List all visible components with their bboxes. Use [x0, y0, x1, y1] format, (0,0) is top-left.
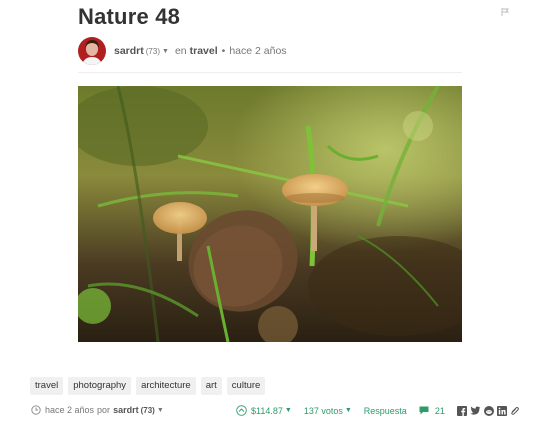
- author-dropdown-icon[interactable]: ▼: [162, 48, 169, 55]
- upvote-icon[interactable]: [236, 405, 247, 416]
- payout-dropdown-icon[interactable]: ▼: [285, 407, 292, 414]
- linkedin-icon[interactable]: [496, 405, 507, 416]
- category-prefix: en: [174, 45, 187, 57]
- votes-dropdown-icon[interactable]: ▼: [345, 407, 352, 414]
- author-reputation: (73): [145, 46, 160, 56]
- link-icon[interactable]: [510, 406, 519, 416]
- footer-meta: hace 2 años por sardrt (73) ▼: [31, 405, 170, 415]
- comment-count[interactable]: 21: [435, 406, 445, 416]
- footer-author-link[interactable]: sardrt: [113, 405, 139, 415]
- share-buttons: [456, 405, 519, 416]
- tag-art[interactable]: art: [200, 377, 222, 395]
- category-link[interactable]: travel: [190, 45, 218, 57]
- post-actions: $114.87 ▼ 137 votos ▼ Respuesta 21: [236, 405, 519, 416]
- avatar[interactable]: [78, 37, 106, 65]
- post-title: Nature 48: [78, 4, 181, 29]
- footer-author-reputation: (73): [140, 405, 155, 415]
- comment-icon[interactable]: [419, 406, 429, 415]
- votes-count[interactable]: 137 votos: [304, 406, 343, 416]
- tag-travel[interactable]: travel: [30, 377, 64, 395]
- facebook-icon[interactable]: [456, 405, 467, 416]
- byline: sardrt (73) ▼ en travel • hace 2 años: [78, 37, 287, 65]
- author-link[interactable]: sardrt: [114, 45, 144, 57]
- payout-value[interactable]: $114.87: [251, 406, 283, 416]
- tag-photography[interactable]: photography: [68, 377, 132, 395]
- footer-time: hace 2 años: [45, 405, 95, 415]
- tag-architecture[interactable]: architecture: [136, 377, 196, 395]
- footer-by: por: [97, 405, 111, 415]
- reply-link[interactable]: Respuesta: [364, 406, 407, 416]
- post-image: [78, 86, 462, 342]
- footer-author-dropdown-icon[interactable]: ▼: [157, 407, 164, 414]
- tag-list: travel photography architecture art cult…: [30, 377, 266, 395]
- tag-culture[interactable]: culture: [226, 377, 266, 395]
- divider: [78, 72, 462, 73]
- twitter-icon[interactable]: [470, 406, 481, 416]
- reddit-icon[interactable]: [483, 405, 494, 416]
- flag-icon[interactable]: [501, 8, 509, 16]
- post-time: hace 2 años: [229, 45, 287, 57]
- separator-dot: •: [221, 45, 226, 57]
- clock-icon: [31, 405, 41, 415]
